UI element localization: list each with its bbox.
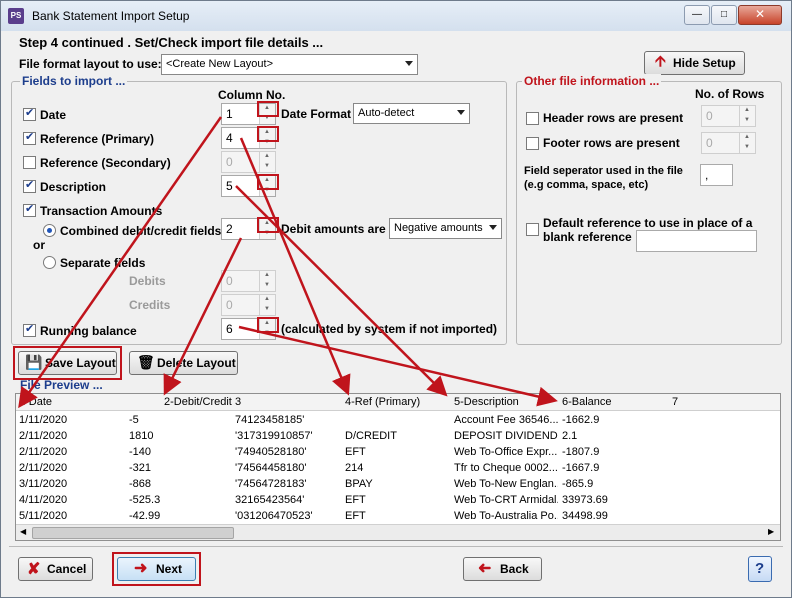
arrow-ref (239, 137, 351, 396)
arrow-balance (238, 325, 558, 407)
dialog-window: PS Bank Statement Import Setup — □ ✕ Ste… (0, 0, 792, 598)
arrow-debit-credit (163, 237, 243, 396)
arrow-description (235, 185, 448, 397)
annotation-arrows (18, 116, 558, 409)
arrow-date (18, 116, 223, 409)
